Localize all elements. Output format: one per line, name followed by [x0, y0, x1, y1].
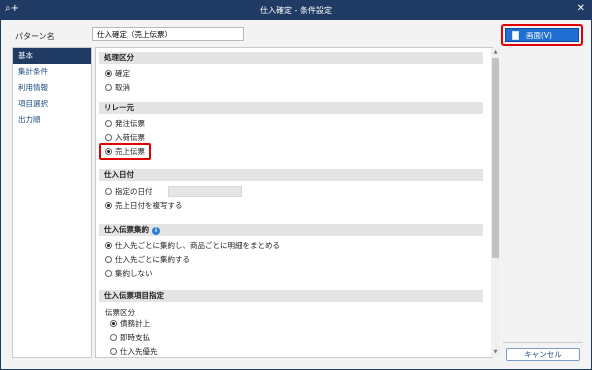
- window-title: 仕入確定 - 条件設定: [260, 6, 332, 15]
- radio-label: 取消: [115, 83, 130, 92]
- radio-button[interactable]: [110, 320, 117, 327]
- settings-panel: 処理区分 確定 取消 リレー元 発注伝票 入荷伝票 売上伝票 仕入日付 指定の日…: [95, 47, 493, 358]
- section-shori-header: 処理区分: [99, 52, 483, 64]
- cancel-button[interactable]: キャンセル: [506, 348, 580, 361]
- sidebar-item-shutsuryoku[interactable]: 出力順: [13, 112, 91, 128]
- title-bar: ⌕+ 仕入確定 - 条件設定 ✕: [1, 1, 591, 20]
- document-icon: [512, 31, 519, 40]
- section-relay-header: リレー元: [99, 102, 483, 114]
- radio-shitei-date[interactable]: 指定の日付: [105, 187, 153, 197]
- section-komoku-header: 仕入伝票項目指定: [99, 290, 483, 302]
- radio-saimu[interactable]: 債務計上: [110, 319, 150, 329]
- radio-button[interactable]: [105, 84, 112, 91]
- scroll-up-icon[interactable]: ▲: [492, 49, 499, 56]
- radio-shuyaku-matome[interactable]: 仕入先ごとに集約し、商品ごとに明細をまとめる: [105, 241, 280, 251]
- scroll-down-icon[interactable]: ▼: [492, 349, 499, 356]
- radio-label: 即時支払: [120, 333, 150, 342]
- radio-copy-date[interactable]: 売上日付を複写する: [105, 201, 183, 211]
- section-shuyaku-header: 仕入伝票集約 i: [99, 224, 483, 236]
- view-button[interactable]: 画面(V): [505, 28, 579, 42]
- sidebar-item-kihon[interactable]: 基本: [13, 48, 91, 64]
- radio-button[interactable]: [105, 134, 112, 141]
- radio-label: 集約しない: [115, 269, 153, 278]
- radio-sokuji[interactable]: 即時支払: [110, 333, 150, 343]
- radio-shuyaku-nashi[interactable]: 集約しない: [105, 269, 153, 279]
- scroll-thumb[interactable]: [492, 58, 499, 258]
- radio-button[interactable]: [105, 242, 112, 249]
- date-input[interactable]: [168, 186, 242, 197]
- radio-nyuka[interactable]: 入荷伝票: [105, 133, 145, 143]
- pattern-name-input[interactable]: [92, 27, 244, 41]
- section-title: 仕入伝票集約: [104, 225, 149, 234]
- divider: [503, 342, 583, 343]
- radio-kakutei[interactable]: 確定: [105, 69, 130, 79]
- radio-torikeshi[interactable]: 取消: [105, 83, 130, 93]
- sidebar-item-komoku[interactable]: 項目選択: [13, 96, 91, 112]
- radio-shiiresaki[interactable]: 仕入先優先: [110, 347, 158, 357]
- radio-button[interactable]: [105, 270, 112, 277]
- radio-shuyaku[interactable]: 仕入先ごとに集約する: [105, 255, 190, 265]
- radio-label: 確定: [115, 69, 130, 78]
- radio-label: 債務計上: [120, 319, 150, 328]
- view-button-label: 画面(V): [526, 31, 552, 40]
- sidebar-item-shukei[interactable]: 集計条件: [13, 64, 91, 80]
- close-icon[interactable]: ✕: [577, 3, 585, 14]
- radio-button[interactable]: [110, 348, 117, 355]
- denpyo-kubun-label: 伝票区分: [105, 308, 135, 317]
- radio-button[interactable]: [105, 256, 112, 263]
- radio-label: 入荷伝票: [115, 133, 145, 142]
- radio-label: 仕入先ごとに集約し、商品ごとに明細をまとめる: [115, 241, 280, 250]
- radio-label: 仕入先ごとに集約する: [115, 255, 190, 264]
- info-icon[interactable]: i: [152, 227, 160, 235]
- radio-label: 発注伝票: [115, 119, 145, 128]
- radio-button[interactable]: [105, 70, 112, 77]
- sidebar: 基本 集計条件 利用情報 項目選択 出力順: [12, 47, 92, 358]
- radio-button[interactable]: [105, 188, 112, 195]
- sidebar-item-riyo[interactable]: 利用情報: [13, 80, 91, 96]
- radio-button[interactable]: [110, 334, 117, 341]
- radio-button[interactable]: [105, 202, 112, 209]
- radio-label: 仕入先優先: [120, 347, 158, 356]
- radio-label: 指定の日付: [115, 187, 153, 196]
- radio-hatchu[interactable]: 発注伝票: [105, 119, 145, 129]
- radio-label: 売上日付を複写する: [115, 201, 183, 210]
- highlight-box: [99, 143, 151, 160]
- pattern-name-label: パターン名: [15, 32, 55, 41]
- section-date-header: 仕入日付: [99, 169, 483, 181]
- radio-button[interactable]: [105, 120, 112, 127]
